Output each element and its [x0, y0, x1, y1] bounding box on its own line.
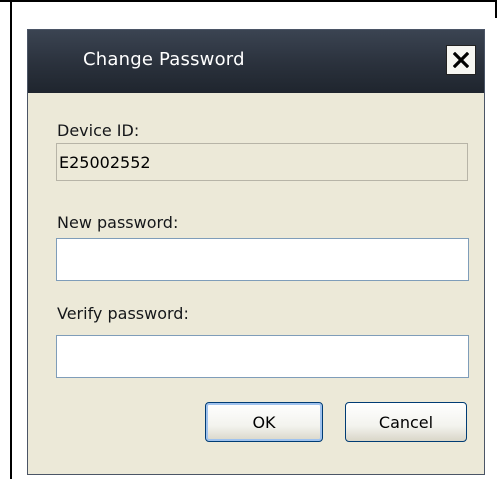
dialog-title: Change Password — [83, 49, 245, 70]
close-icon — [453, 52, 469, 68]
verify-password-label: Verify password: — [57, 304, 189, 323]
ok-button[interactable]: OK — [205, 402, 323, 442]
frame-left-border — [10, 0, 12, 479]
new-password-input[interactable] — [56, 238, 469, 281]
verify-password-input[interactable] — [56, 335, 469, 378]
title-bar[interactable]: Change Password — [28, 30, 484, 93]
close-button[interactable] — [446, 45, 476, 75]
new-password-label: New password: — [57, 213, 179, 232]
change-password-dialog: Change Password Device ID: E25002552 New… — [27, 29, 485, 475]
frame-top-border — [0, 0, 497, 2]
device-id-field: E25002552 — [56, 143, 468, 181]
device-id-label: Device ID: — [57, 121, 140, 140]
cancel-button[interactable]: Cancel — [345, 402, 467, 442]
